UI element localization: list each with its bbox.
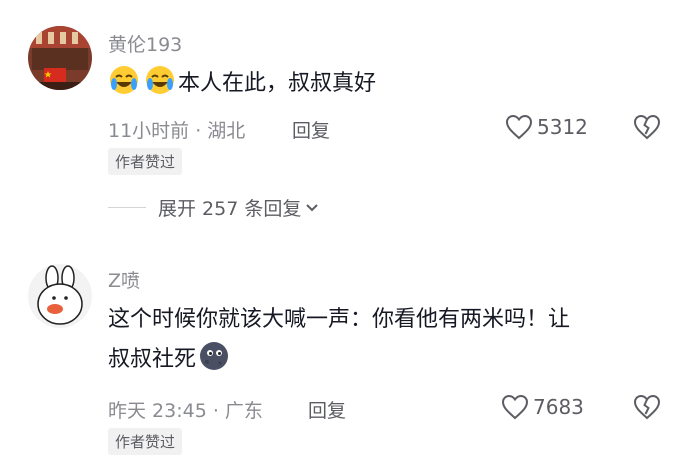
expand-replies-button[interactable]: 展开 257 条回复 [108,194,321,221]
expand-replies-label: 展开 257 条回复 [158,198,302,220]
comment-text: 叔叔社死 [108,347,197,372]
broken-heart-icon [633,114,661,140]
avatar-image [28,26,92,90]
reply-button[interactable]: 回复 [308,396,346,423]
comment-content: 这个时候你就该大喊一声：你看他有两米吗！让 叔叔社死 [108,300,668,386]
heart-icon [501,394,529,420]
comment-meta: 11小时前 · 湖北 [108,120,246,142]
chevron-down-icon [306,203,319,211]
reply-button[interactable]: 回复 [292,116,330,143]
like-button[interactable]: 7683 [501,394,584,420]
laugh-cry-emoji-icon [108,64,140,110]
comment-text-line-2: 叔叔社死 [108,340,668,386]
comment-username[interactable]: Z喷 [108,266,140,293]
laugh-cry-emoji-icon [144,64,176,110]
like-count: 5312 [537,115,588,139]
comment-username[interactable]: 黄伦193 [108,30,182,57]
comment-text-line: 这个时候你就该大喊一声：你看他有两米吗！让 [108,307,571,332]
comment-text: 本人在此，叔叔真好 [178,71,377,96]
heart-icon [505,114,533,140]
avatar[interactable] [28,26,92,90]
avatar-image [28,264,92,328]
comment-content: 本人在此，叔叔真好 [108,64,376,110]
divider-line [108,207,146,208]
like-count: 7683 [533,395,584,419]
dislike-button[interactable] [633,114,661,144]
broken-heart-icon [633,394,661,420]
author-liked-badge: 作者赞过 [108,148,183,175]
avatar[interactable] [28,264,92,328]
dark-moon-face-emoji-icon [198,340,230,386]
dislike-button[interactable] [633,394,661,424]
author-liked-badge: 作者赞过 [108,428,183,455]
comment-meta: 昨天 23:45 · 广东 [108,400,263,422]
like-button[interactable]: 5312 [505,114,588,140]
